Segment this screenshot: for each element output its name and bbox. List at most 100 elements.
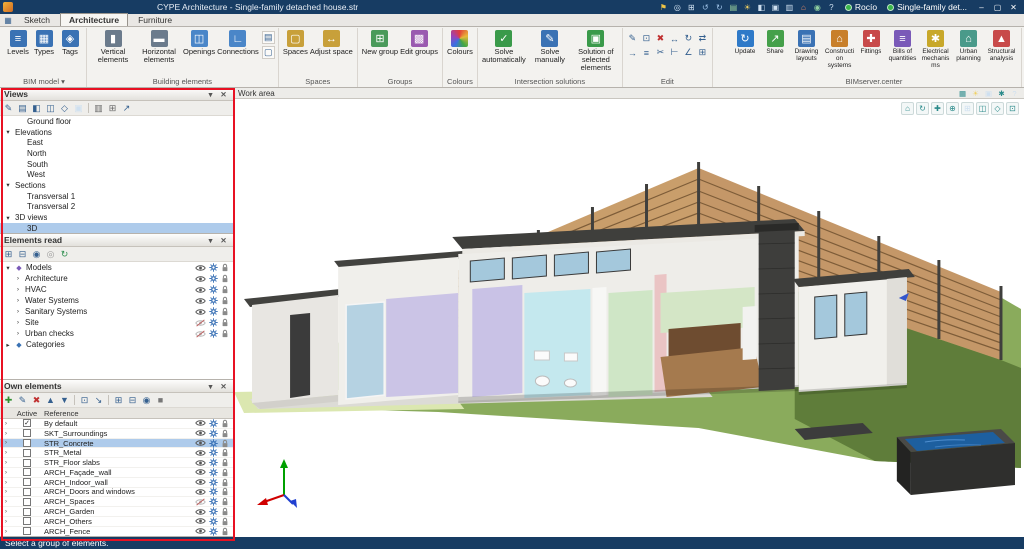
panel-collapse-icon[interactable]: ▾ bbox=[205, 235, 216, 246]
row-expander-icon[interactable]: › bbox=[0, 430, 12, 437]
ribbon-button-levels[interactable]: ≡ Levels bbox=[5, 29, 31, 57]
row-expander-icon[interactable]: › bbox=[0, 459, 12, 466]
expander-icon[interactable]: › bbox=[14, 308, 22, 315]
edit-view-icon[interactable]: ✎ bbox=[2, 102, 15, 115]
tab-architecture[interactable]: Architecture bbox=[60, 13, 129, 26]
tab-furniture[interactable]: Furniture bbox=[129, 13, 181, 26]
eye-icon[interactable] bbox=[195, 527, 206, 535]
chevron-down-icon[interactable]: ▾ bbox=[59, 77, 65, 86]
ribbon-button-new-group[interactable]: ⊞ New group bbox=[361, 29, 399, 57]
own-element-row[interactable]: › SKT_Surroundings bbox=[0, 429, 233, 439]
view-3d-icon[interactable]: ◇ bbox=[58, 102, 71, 115]
view-tree-item[interactable]: ▾ Elevations bbox=[0, 127, 233, 138]
ribbon-button-colours[interactable]: Colours bbox=[446, 29, 474, 57]
section-view-icon[interactable]: ◫ bbox=[44, 102, 57, 115]
maximize-button[interactable]: ▢ bbox=[990, 1, 1005, 13]
view-tree-item[interactable]: ▾ Sections bbox=[0, 180, 233, 191]
hide-all-icon[interactable]: ◎ bbox=[44, 248, 57, 261]
active-checkbox[interactable]: ✓ bbox=[23, 419, 31, 428]
active-checkbox[interactable] bbox=[23, 438, 31, 447]
view-tree-item[interactable]: East bbox=[0, 137, 233, 148]
delete-icon[interactable]: ✖ bbox=[30, 394, 43, 407]
view-tree-item[interactable]: Transversal 1 bbox=[0, 191, 233, 202]
help-icon[interactable]: ? bbox=[825, 1, 838, 13]
own-element-row[interactable]: › STR_Concrete bbox=[0, 439, 233, 449]
expander-icon[interactable]: ▾ bbox=[4, 181, 12, 189]
view-tree-item[interactable]: North bbox=[0, 148, 233, 159]
active-checkbox[interactable] bbox=[23, 468, 31, 477]
active-checkbox[interactable] bbox=[23, 478, 31, 487]
gear-icon[interactable] bbox=[209, 468, 218, 477]
gear-icon[interactable] bbox=[209, 307, 218, 316]
eye-icon[interactable] bbox=[195, 508, 206, 516]
eye-icon[interactable] bbox=[195, 488, 206, 496]
section-icon[interactable]: ◧ bbox=[755, 1, 768, 13]
ribbon-button-edit-groups[interactable]: ▩ Edit groups bbox=[399, 29, 439, 57]
offset-icon[interactable]: → bbox=[626, 46, 639, 59]
ribbon-button-construction-systems[interactable]: ⌂ Construction systems bbox=[823, 29, 856, 70]
own-element-row[interactable]: › STR_Floor slabs bbox=[0, 458, 233, 468]
layers-icon[interactable]: ▤ bbox=[727, 1, 740, 13]
panel-close-icon[interactable]: ✕ bbox=[218, 381, 229, 392]
ribbon-button-share[interactable]: ↗ Share bbox=[760, 29, 790, 56]
minimize-button[interactable]: – bbox=[974, 1, 989, 13]
ribbon-button-urban-planning[interactable]: ⌂ Urban planning bbox=[952, 29, 985, 63]
lock-icon[interactable] bbox=[221, 296, 229, 305]
active-checkbox[interactable] bbox=[23, 448, 31, 457]
rotate-icon[interactable]: ↻ bbox=[682, 32, 695, 45]
lock-icon[interactable] bbox=[221, 468, 229, 477]
lock-all-icon[interactable]: ■ bbox=[154, 394, 167, 407]
section-box-icon[interactable]: ◫ bbox=[976, 102, 989, 115]
close-button[interactable]: ✕ bbox=[1006, 1, 1021, 13]
row-expander-icon[interactable]: › bbox=[0, 420, 12, 427]
view-tree-item[interactable]: West bbox=[0, 169, 233, 180]
row-expander-icon[interactable]: › bbox=[0, 479, 12, 486]
redo-icon[interactable]: ↻ bbox=[713, 1, 726, 13]
eye-icon[interactable] bbox=[195, 498, 206, 506]
show-all-icon[interactable]: ◉ bbox=[30, 248, 43, 261]
expander-icon[interactable]: ▾ bbox=[4, 264, 12, 272]
own-element-row[interactable]: › ARCH_Doors and windows bbox=[0, 487, 233, 498]
gear-icon[interactable] bbox=[209, 296, 218, 305]
lock-icon[interactable] bbox=[221, 517, 229, 526]
ribbon-button-openings[interactable]: ◫ Openings bbox=[182, 29, 216, 57]
gear-icon[interactable] bbox=[209, 497, 218, 506]
ribbon-button-connections[interactable]: ∟ Connections bbox=[216, 29, 260, 57]
gear-icon[interactable] bbox=[209, 274, 218, 283]
own-element-row[interactable]: › ✓ By default bbox=[0, 419, 233, 429]
eye-icon[interactable] bbox=[195, 459, 206, 467]
ribbon-button-tags[interactable]: ◈ Tags bbox=[57, 29, 83, 57]
model-tree-item[interactable]: › Architecture bbox=[0, 273, 233, 284]
expander-icon[interactable]: › bbox=[14, 297, 22, 304]
lock-icon[interactable] bbox=[221, 285, 229, 294]
help-icon[interactable]: ? bbox=[1009, 88, 1020, 98]
user-chip[interactable]: Rocío bbox=[842, 2, 880, 12]
lock-icon[interactable] bbox=[221, 307, 229, 316]
expander-icon[interactable]: › bbox=[14, 330, 22, 337]
ribbon-button-update[interactable]: ↻ Update bbox=[730, 29, 760, 56]
model-tree-item[interactable]: ▸ ◆ Categories bbox=[0, 339, 233, 350]
own-element-row[interactable]: › ARCH_Façade_wall bbox=[0, 468, 233, 478]
project-chip[interactable]: Single-family det... bbox=[884, 2, 970, 12]
own-element-row[interactable]: › ARCH_Indoor_wall bbox=[0, 478, 233, 488]
ribbon-button-drawing-layouts[interactable]: ▤ Drawing layouts bbox=[790, 29, 823, 63]
ribbon-button-solution-of-selected-elements[interactable]: ▣ Solution of selected elements bbox=[573, 29, 619, 73]
home-icon[interactable]: ⌂ bbox=[901, 102, 914, 115]
mirror-icon[interactable]: ⇄ bbox=[696, 32, 709, 45]
row-expander-icon[interactable]: › bbox=[0, 469, 12, 476]
row-expander-icon[interactable]: › bbox=[0, 488, 12, 495]
viewport-3d[interactable]: ⌂ ↻ ✚ ⊕ ⊞ ◫ ◇ ⊡ bbox=[234, 99, 1024, 537]
ribbon-button-solve-manually[interactable]: ✎ Solve manually bbox=[527, 29, 573, 65]
settings-icon[interactable]: ✱ bbox=[996, 88, 1007, 98]
menu-grid-icon[interactable]: ▦ bbox=[2, 15, 14, 26]
show-all-icon[interactable]: ◉ bbox=[140, 394, 153, 407]
move-down-icon[interactable]: ▼ bbox=[58, 394, 71, 407]
active-checkbox[interactable] bbox=[23, 497, 31, 506]
flag-icon[interactable]: ⚑ bbox=[657, 1, 670, 13]
edit-icon[interactable]: ✎ bbox=[626, 32, 639, 45]
expander-icon[interactable]: ▸ bbox=[4, 341, 12, 349]
gear-icon[interactable] bbox=[209, 438, 218, 448]
floor-plan-icon[interactable]: ▤ bbox=[16, 102, 29, 115]
expander-icon[interactable]: › bbox=[14, 275, 22, 282]
active-checkbox[interactable] bbox=[23, 458, 31, 467]
